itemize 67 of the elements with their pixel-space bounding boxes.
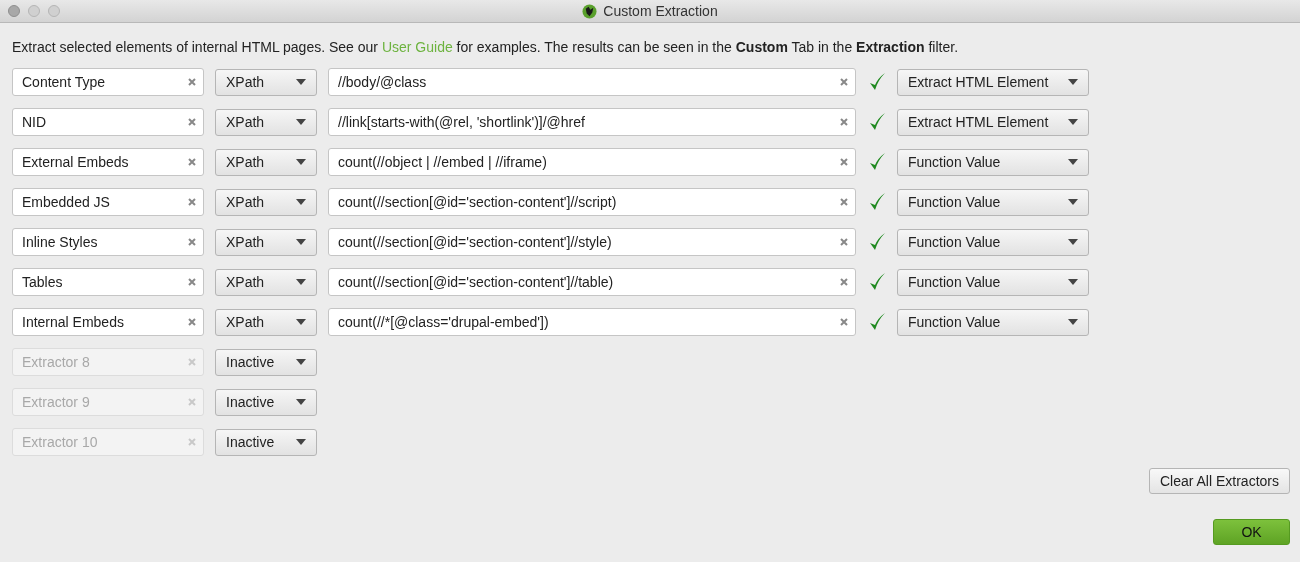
- mode-dropdown[interactable]: Inactive: [215, 388, 317, 416]
- close-icon[interactable]: [8, 5, 20, 17]
- expression-field[interactable]: count(//section[@id='section-content']//table): [328, 268, 856, 296]
- caret-icon: [296, 159, 306, 165]
- name-field[interactable]: Content Type: [12, 68, 204, 96]
- expression-field[interactable]: //link[starts-with(@rel, 'shortlink')]/@href: [328, 108, 856, 136]
- output-type-dropdown[interactable]: Extract HTML Element: [897, 68, 1089, 96]
- ok-button[interactable]: OK: [1213, 519, 1290, 545]
- caret-icon: [1068, 199, 1078, 205]
- clear-icon[interactable]: [187, 277, 197, 287]
- clear-icon[interactable]: [839, 117, 849, 127]
- clear-icon[interactable]: [839, 317, 849, 327]
- expression-field[interactable]: count(//object | //embed | //iframe): [328, 148, 856, 176]
- expression-field[interactable]: count(//section[@id='section-content']//script): [328, 188, 856, 216]
- clear-icon[interactable]: [187, 317, 197, 327]
- mode-dropdown[interactable]: XPath: [215, 68, 317, 96]
- name-field[interactable]: Internal Embeds: [12, 308, 204, 336]
- mode-dropdown[interactable]: XPath: [215, 308, 317, 336]
- caret-icon: [1068, 239, 1078, 245]
- instructions-text: Extract selected elements of internal HTML pages. See our User Guide for examples. The results can be seen in the Custom Tab in the Extraction filter.: [12, 38, 960, 56]
- output-type-dropdown[interactable]: Function Value: [897, 268, 1089, 296]
- name-field[interactable]: External Embeds: [12, 148, 204, 176]
- mode-dropdown[interactable]: Inactive: [215, 348, 317, 376]
- caret-icon: [1068, 279, 1078, 285]
- caret-icon: [296, 359, 306, 365]
- clear-icon[interactable]: [839, 197, 849, 207]
- caret-icon: [1068, 119, 1078, 125]
- name-field[interactable]: Tables: [12, 268, 204, 296]
- caret-icon: [1068, 159, 1078, 165]
- mode-dropdown[interactable]: XPath: [215, 268, 317, 296]
- clear-icon[interactable]: [187, 77, 197, 87]
- mode-dropdown[interactable]: XPath: [215, 108, 317, 136]
- caret-icon: [296, 239, 306, 245]
- output-type-dropdown[interactable]: Function Value: [897, 308, 1089, 336]
- clear-icon[interactable]: [839, 237, 849, 247]
- output-type-dropdown[interactable]: Extract HTML Element: [897, 108, 1089, 136]
- caret-icon: [296, 279, 306, 285]
- caret-icon: [296, 199, 306, 205]
- caret-icon: [296, 119, 306, 125]
- clear-icon[interactable]: [187, 197, 197, 207]
- mode-dropdown[interactable]: XPath: [215, 188, 317, 216]
- caret-icon: [1068, 319, 1078, 325]
- caret-icon: [1068, 79, 1078, 85]
- clear-icon[interactable]: [187, 237, 197, 247]
- caret-icon: [296, 319, 306, 325]
- clear-icon[interactable]: [839, 157, 849, 167]
- name-field[interactable]: NID: [12, 108, 204, 136]
- output-type-dropdown[interactable]: Function Value: [897, 148, 1089, 176]
- mode-dropdown[interactable]: XPath: [215, 228, 317, 256]
- caret-icon: [296, 399, 306, 405]
- mode-dropdown[interactable]: XPath: [215, 148, 317, 176]
- caret-icon: [296, 439, 306, 445]
- caret-icon: [296, 79, 306, 85]
- name-field[interactable]: Embedded JS: [12, 188, 204, 216]
- clear-icon[interactable]: [187, 117, 197, 127]
- expression-field[interactable]: //body/@class: [328, 68, 856, 96]
- mode-dropdown[interactable]: Inactive: [215, 428, 317, 456]
- clear-all-extractors-button[interactable]: Clear All Extractors: [1148, 468, 1290, 494]
- expression-field[interactable]: count(//*[@class='drupal-embed']): [328, 308, 856, 336]
- expression-field[interactable]: count(//section[@id='section-content']//style): [328, 228, 856, 256]
- name-field[interactable]: Inline Styles: [12, 228, 204, 256]
- output-type-dropdown[interactable]: Function Value: [897, 188, 1089, 216]
- clear-icon[interactable]: [187, 157, 197, 167]
- clear-icon[interactable]: [839, 77, 849, 87]
- output-type-dropdown[interactable]: Function Value: [897, 228, 1089, 256]
- clear-icon[interactable]: [839, 277, 849, 287]
- window-title: Custom Extraction: [603, 3, 718, 19]
